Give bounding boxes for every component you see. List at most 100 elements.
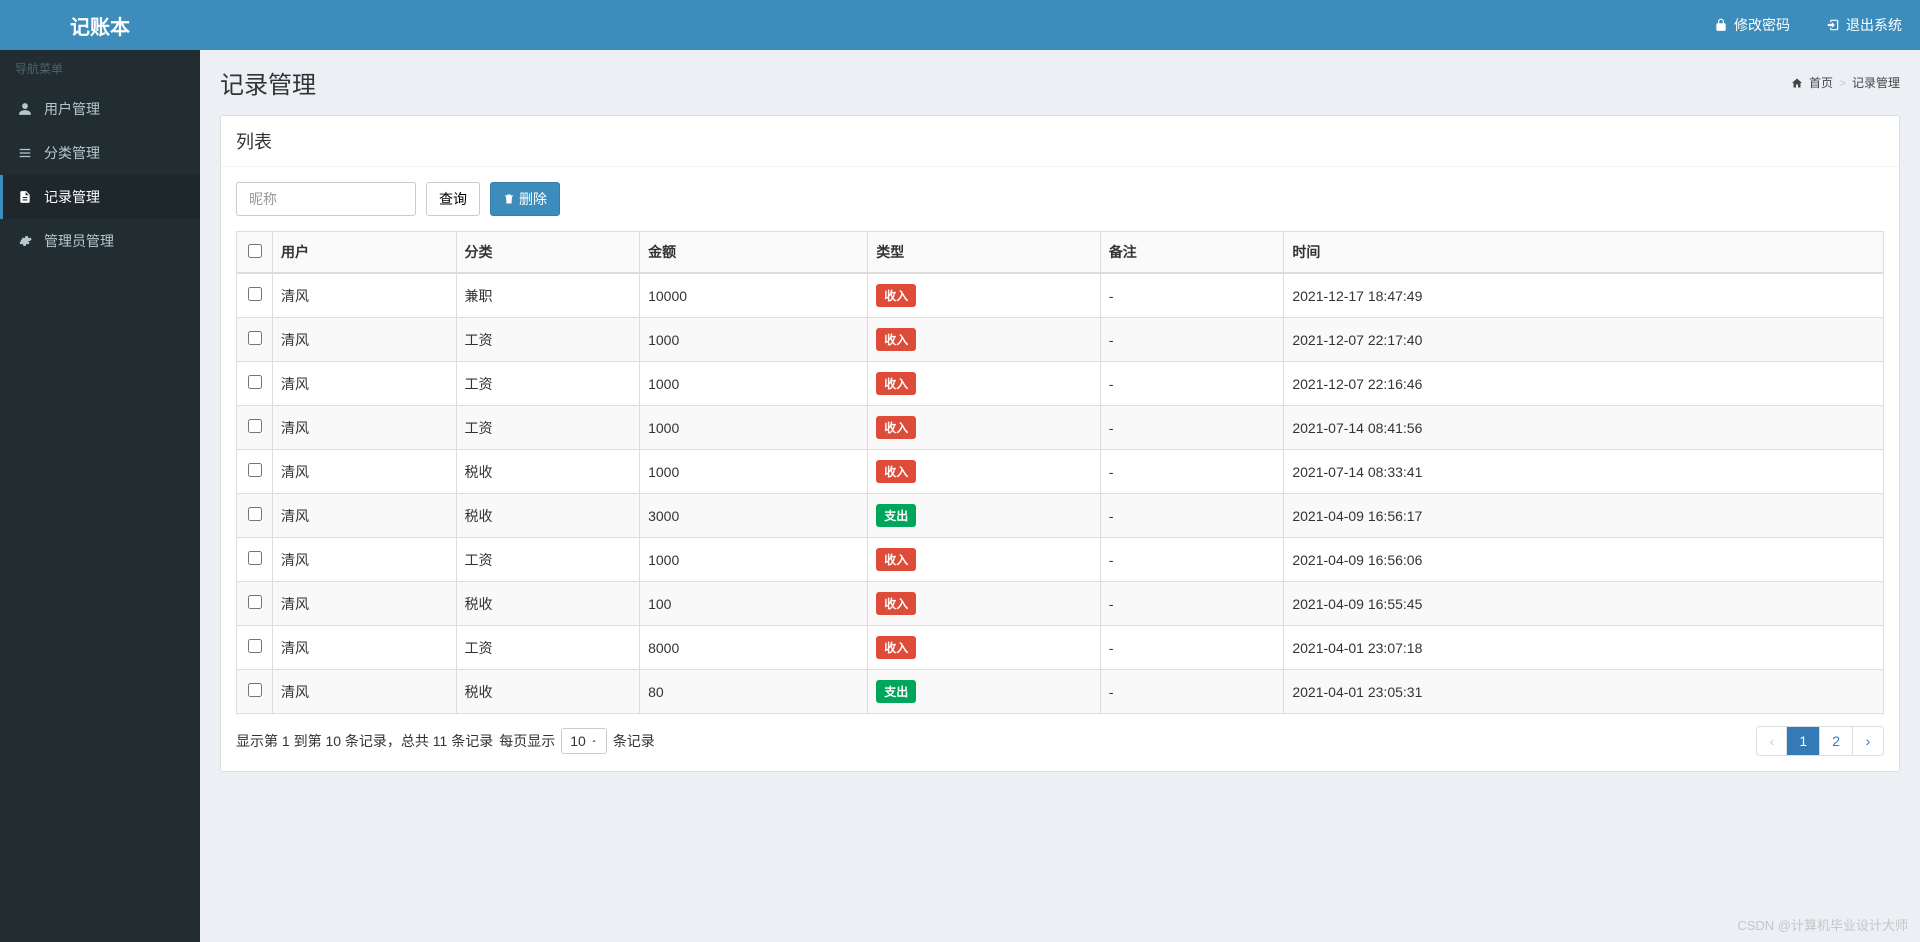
cell-type: 收入: [868, 582, 1101, 626]
cell-amount: 3000: [640, 494, 868, 538]
type-badge: 支出: [876, 504, 916, 527]
cell-category: 税收: [456, 670, 640, 714]
cell-amount: 10000: [640, 273, 868, 318]
row-checkbox[interactable]: [248, 683, 262, 697]
page-prev[interactable]: ‹: [1757, 727, 1787, 755]
table-row[interactable]: 清风税收3000支出-2021-04-09 16:56:17: [237, 494, 1884, 538]
sidebar-header: 导航菜单: [0, 50, 200, 87]
table-row[interactable]: 清风税收1000收入-2021-07-14 08:33:41: [237, 450, 1884, 494]
cell-remark: -: [1100, 582, 1284, 626]
select-all-checkbox[interactable]: [248, 244, 262, 258]
table-row[interactable]: 清风工资1000收入-2021-12-07 22:17:40: [237, 318, 1884, 362]
col-amount[interactable]: 金额: [640, 232, 868, 274]
cell-time: 2021-04-09 16:55:45: [1284, 582, 1884, 626]
cell-type: 支出: [868, 670, 1101, 714]
cell-remark: -: [1100, 362, 1284, 406]
cell-amount: 1000: [640, 362, 868, 406]
cell-user: 清风: [273, 582, 457, 626]
cell-remark: -: [1100, 406, 1284, 450]
sidebar-item-label: 记录管理: [44, 187, 100, 207]
col-category[interactable]: 分类: [456, 232, 640, 274]
row-checkbox[interactable]: [248, 551, 262, 565]
table-row[interactable]: 清风工资1000 收入 -2021-12-07 22:16:46: [237, 362, 1884, 406]
row-checkbox[interactable]: [248, 463, 262, 477]
cell-category: 工资: [456, 318, 640, 362]
page-number[interactable]: 1: [1787, 727, 1820, 755]
type-badge: 收入: [876, 372, 916, 395]
page-size-select[interactable]: 10: [561, 728, 607, 754]
cell-check: [237, 538, 273, 582]
col-user[interactable]: 用户: [273, 232, 457, 274]
logout-link[interactable]: 退出系统: [1808, 0, 1920, 50]
cell-time: 2021-04-01 23:07:18: [1284, 626, 1884, 670]
type-badge: 收入: [876, 416, 916, 439]
type-badge: 收入: [876, 284, 916, 307]
cell-category: 工资: [456, 362, 640, 406]
table-row[interactable]: 清风税收100收入-2021-04-09 16:55:45: [237, 582, 1884, 626]
col-type[interactable]: 类型: [868, 232, 1101, 274]
table-row[interactable]: 清风工资1000收入-2021-07-14 08:41:56: [237, 406, 1884, 450]
records-table: 用户 分类 金额 类型 备注 时间 清风兼职10000收入-2021-12-17…: [236, 231, 1884, 714]
sidebar-item-label: 用户管理: [44, 99, 100, 119]
delete-label: 删除: [519, 189, 547, 209]
cell-amount: 1000: [640, 538, 868, 582]
home-icon: [1791, 77, 1803, 89]
sidebar-item-users[interactable]: 用户管理: [0, 87, 200, 131]
page-number[interactable]: 2: [1820, 727, 1853, 755]
page-title: 记录管理: [220, 65, 316, 100]
page-next[interactable]: ›: [1853, 727, 1883, 755]
table-row[interactable]: 清风工资8000收入-2021-04-01 23:07:18: [237, 626, 1884, 670]
cell-amount: 80: [640, 670, 868, 714]
cell-type: 收入: [868, 273, 1101, 318]
search-input[interactable]: [236, 182, 416, 216]
query-button[interactable]: 查询: [426, 182, 480, 216]
type-badge: 收入: [876, 328, 916, 351]
row-checkbox[interactable]: [248, 375, 262, 389]
cell-check: [237, 450, 273, 494]
cell-category: 工资: [456, 406, 640, 450]
table-row[interactable]: 清风税收80支出-2021-04-01 23:05:31: [237, 670, 1884, 714]
cell-user: 清风: [273, 362, 457, 406]
logout-icon: [1826, 18, 1840, 32]
main-content: 记录管理 首页 > 记录管理 列表 查询: [200, 50, 1920, 942]
row-checkbox[interactable]: [248, 639, 262, 653]
cell-amount: 1000: [640, 406, 868, 450]
cell-remark: -: [1100, 626, 1284, 670]
trash-icon: [503, 193, 515, 205]
col-time[interactable]: 时间: [1284, 232, 1884, 274]
delete-button[interactable]: 删除: [490, 182, 560, 216]
cell-check: [237, 626, 273, 670]
row-checkbox[interactable]: [248, 507, 262, 521]
cell-category: 兼职: [456, 273, 640, 318]
cell-time: 2021-12-07 22:16:46: [1284, 362, 1884, 406]
row-checkbox[interactable]: [248, 419, 262, 433]
table-row[interactable]: 清风工资1000收入-2021-04-09 16:56:06: [237, 538, 1884, 582]
cell-type: 收入: [868, 318, 1101, 362]
cell-type: 收入: [868, 406, 1101, 450]
watermark: CSDN @计算机毕业设计大师: [1737, 915, 1908, 934]
content-header: 记录管理 首页 > 记录管理: [200, 50, 1920, 115]
row-checkbox[interactable]: [248, 287, 262, 301]
cell-check: [237, 318, 273, 362]
app-logo[interactable]: 记账本: [0, 0, 200, 50]
list-panel: 列表 查询 删除: [220, 115, 1900, 772]
sidebar-item-admins[interactable]: 管理员管理: [0, 219, 200, 263]
cell-time: 2021-07-14 08:33:41: [1284, 450, 1884, 494]
file-icon: [18, 190, 34, 204]
row-checkbox[interactable]: [248, 595, 262, 609]
sidebar-item-records[interactable]: 记录管理: [0, 175, 200, 219]
gear-icon: [18, 234, 34, 248]
cell-remark: -: [1100, 494, 1284, 538]
col-remark[interactable]: 备注: [1100, 232, 1284, 274]
cell-remark: -: [1100, 538, 1284, 582]
row-checkbox[interactable]: [248, 331, 262, 345]
logout-label: 退出系统: [1846, 15, 1902, 35]
cell-user: 清风: [273, 626, 457, 670]
table-row[interactable]: 清风兼职10000收入-2021-12-17 18:47:49: [237, 273, 1884, 318]
change-password-link[interactable]: 修改密码: [1696, 0, 1808, 50]
list-icon: [18, 146, 34, 160]
cell-check: [237, 406, 273, 450]
table-footer: 显示第 1 到第 10 条记录，总共 11 条记录 每页显示 10 条记录 ‹1…: [236, 726, 1884, 756]
breadcrumb-home[interactable]: 首页: [1809, 74, 1833, 91]
sidebar-item-categories[interactable]: 分类管理: [0, 131, 200, 175]
